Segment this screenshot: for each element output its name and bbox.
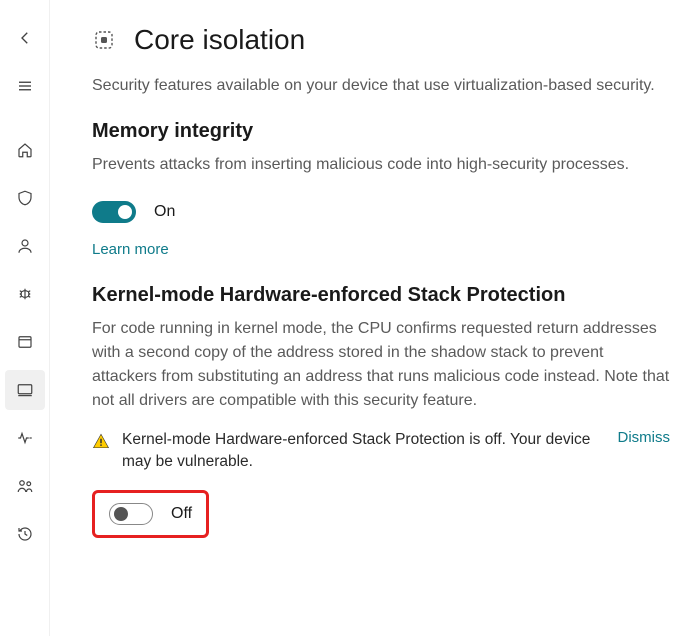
sidebar-item-firewall[interactable] (5, 274, 45, 314)
sidebar-item-history[interactable] (5, 514, 45, 554)
page-header: Core isolation (92, 24, 670, 56)
kernel-stack-toggle-highlight: Off (92, 490, 209, 538)
sidebar-item-family[interactable] (5, 466, 45, 506)
main-content: Core isolation Security features availab… (50, 0, 700, 636)
sidebar-item-protection[interactable] (5, 178, 45, 218)
dismiss-link[interactable]: Dismiss (618, 429, 671, 446)
back-button[interactable] (5, 18, 45, 58)
sidebar-item-home[interactable] (5, 130, 45, 170)
memory-integrity-toggle-row: On (92, 201, 670, 223)
sidebar-item-device-security[interactable] (5, 370, 45, 410)
kernel-stack-warning: Kernel-mode Hardware-enforced Stack Prot… (92, 429, 670, 472)
sidebar-item-performance[interactable] (5, 418, 45, 458)
memory-integrity-title: Memory integrity (92, 120, 670, 143)
sidebar-item-account[interactable] (5, 226, 45, 266)
kernel-stack-toggle[interactable] (109, 503, 153, 525)
sidebar (0, 0, 50, 636)
menu-button[interactable] (5, 66, 45, 106)
warning-icon (92, 432, 110, 450)
memory-integrity-toggle-label: On (154, 203, 175, 221)
core-isolation-icon (92, 28, 116, 52)
learn-more-link[interactable]: Learn more (92, 241, 169, 258)
memory-integrity-toggle[interactable] (92, 201, 136, 223)
page-title: Core isolation (134, 24, 305, 56)
kernel-stack-warning-text: Kernel-mode Hardware-enforced Stack Prot… (122, 429, 606, 472)
kernel-stack-title: Kernel-mode Hardware-enforced Stack Prot… (92, 284, 670, 307)
page-subtitle: Security features available on your devi… (92, 74, 670, 98)
memory-integrity-desc: Prevents attacks from inserting maliciou… (92, 153, 670, 177)
sidebar-item-app-browser[interactable] (5, 322, 45, 362)
kernel-stack-desc: For code running in kernel mode, the CPU… (92, 317, 670, 413)
kernel-stack-toggle-label: Off (171, 505, 192, 523)
